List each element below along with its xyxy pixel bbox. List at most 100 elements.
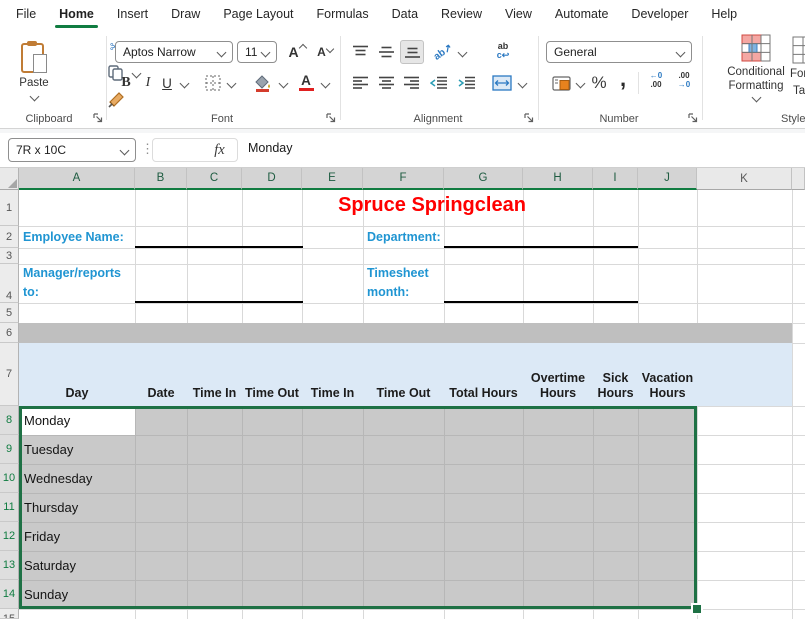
header-cell-time-out-2[interactable]: Time Out <box>363 343 444 406</box>
font-color-button[interactable]: A <box>296 70 316 94</box>
row-header-10[interactable]: 10 <box>0 464 19 493</box>
formula-input[interactable]: Monday <box>248 141 292 155</box>
row-header-3[interactable]: 3 <box>0 248 19 264</box>
grow-font-button[interactable]: A <box>285 41 309 63</box>
align-left-button[interactable] <box>349 72 371 94</box>
row-header-12[interactable]: 12 <box>0 522 19 551</box>
align-center-button[interactable] <box>375 72 397 94</box>
merge-dropdown-icon[interactable] <box>518 79 528 89</box>
header-cell-overtime-hours[interactable]: Overtime Hours <box>523 343 593 406</box>
menu-review[interactable]: Review <box>440 7 483 21</box>
increase-indent-button[interactable] <box>454 72 478 94</box>
align-right-button[interactable] <box>400 72 422 94</box>
font-name-combo[interactable]: Aptos Narrow <box>115 41 233 63</box>
alignment-dialog-launcher-icon[interactable] <box>524 113 534 123</box>
row-header-9[interactable]: 9 <box>0 435 19 464</box>
menu-automate[interactable]: Automate <box>554 7 610 21</box>
wrap-text-button[interactable]: ab c↩ <box>490 37 516 65</box>
header-cell-time-in-1[interactable]: Time In <box>187 343 242 406</box>
row-header-11[interactable]: 11 <box>0 493 19 522</box>
employee-name-label-cell[interactable]: Employee Name: <box>23 228 135 247</box>
timesheet-month-label-cell[interactable]: Timesheet month: <box>367 264 447 302</box>
font-color-dropdown-icon[interactable] <box>321 79 331 89</box>
row-header-5[interactable]: 5 <box>0 303 19 323</box>
column-header-k[interactable]: K <box>697 168 792 190</box>
format-as-table-button[interactable]: For Ta <box>790 34 805 100</box>
menu-developer[interactable]: Developer <box>630 7 689 21</box>
menu-file[interactable]: File <box>15 7 37 21</box>
row-header-1[interactable]: 1 <box>0 190 19 226</box>
row-header-2[interactable]: 2 <box>0 226 19 248</box>
menu-data[interactable]: Data <box>391 7 419 21</box>
align-bottom-button[interactable] <box>400 40 424 64</box>
department-label-cell[interactable]: Department: <box>367 228 457 247</box>
row-header-7[interactable]: 7 <box>0 343 19 406</box>
menu-view[interactable]: View <box>504 7 533 21</box>
header-cell-day[interactable]: Day <box>19 343 135 406</box>
column-header-j[interactable]: J <box>638 168 697 190</box>
column-header-e[interactable]: E <box>302 168 363 190</box>
merge-center-button[interactable] <box>490 72 514 94</box>
accounting-dropdown-icon[interactable] <box>576 79 586 89</box>
shrink-font-button[interactable]: A <box>313 41 337 63</box>
row-header-15[interactable]: 15 <box>0 609 19 619</box>
name-box[interactable]: 7R x 10C <box>8 138 136 162</box>
decrease-decimal-button[interactable]: .00 →0 <box>672 71 696 95</box>
sheet-title-cell[interactable]: Spruce Springclean <box>280 194 584 217</box>
menu-formulas[interactable]: Formulas <box>316 7 370 21</box>
manager-label-cell[interactable]: Manager/reports to: <box>23 264 133 302</box>
column-header-a[interactable]: A <box>19 168 135 190</box>
column-header-i[interactable]: I <box>593 168 638 190</box>
selection-fill-handle[interactable] <box>691 603 703 615</box>
conditional-formatting-button[interactable]: Conditional Formatting <box>710 34 802 100</box>
underline-dropdown-icon[interactable] <box>180 79 190 89</box>
percent-style-button[interactable]: % <box>588 72 610 94</box>
borders-dropdown-icon[interactable] <box>227 79 237 89</box>
row-header-8[interactable]: 8 <box>0 406 19 435</box>
row-header-13[interactable]: 13 <box>0 551 19 580</box>
column-header-b[interactable]: B <box>135 168 187 190</box>
header-cell-total-hours[interactable]: Total Hours <box>444 343 523 406</box>
column-header-g[interactable]: G <box>444 168 523 190</box>
header-cell-vacation-hours[interactable]: Vacation Hours <box>638 343 697 406</box>
select-all-corner[interactable] <box>0 168 19 190</box>
column-header-f[interactable]: F <box>363 168 444 190</box>
bold-button[interactable]: B <box>117 72 135 94</box>
font-dialog-launcher-icon[interactable] <box>326 113 336 123</box>
clipboard-dialog-launcher-icon[interactable] <box>93 113 103 123</box>
paste-button[interactable]: Paste <box>8 32 60 108</box>
fill-color-dropdown-icon[interactable] <box>279 79 289 89</box>
row-header-4[interactable]: 4 <box>0 264 19 303</box>
increase-decimal-button[interactable]: ←0 .00 <box>644 71 668 95</box>
menu-home[interactable]: Home <box>58 7 95 21</box>
menu-help[interactable]: Help <box>710 7 738 21</box>
comma-style-button[interactable]: , <box>614 66 632 92</box>
orientation-button[interactable]: ab ↗ <box>428 37 459 68</box>
menu-draw[interactable]: Draw <box>170 7 201 21</box>
row-header-6[interactable]: 6 <box>0 323 19 343</box>
column-header-c[interactable]: C <box>187 168 242 190</box>
number-dialog-launcher-icon[interactable] <box>688 113 698 123</box>
insert-function-icon[interactable]: fx <box>214 142 224 159</box>
number-format-combo[interactable]: General <box>546 41 692 63</box>
column-header-h[interactable]: H <box>523 168 593 190</box>
header-cell-sick-hours[interactable]: Sick Hours <box>593 343 638 406</box>
accounting-format-button[interactable] <box>549 72 573 94</box>
menu-page-layout[interactable]: Page Layout <box>222 7 294 21</box>
orientation-dropdown-icon[interactable] <box>458 48 468 58</box>
fill-color-button[interactable] <box>252 72 274 94</box>
header-cell-date[interactable]: Date <box>135 343 187 406</box>
decrease-indent-button[interactable] <box>426 72 450 94</box>
header-cell-time-in-2[interactable]: Time In <box>302 343 363 406</box>
column-header-d[interactable]: D <box>242 168 302 190</box>
underline-button[interactable]: U <box>159 72 175 94</box>
align-top-button[interactable] <box>349 41 371 63</box>
column-header-l-partial[interactable] <box>792 168 805 190</box>
borders-button[interactable] <box>203 72 223 94</box>
menu-insert[interactable]: Insert <box>116 7 149 21</box>
italic-button[interactable]: I <box>140 72 156 94</box>
font-size-combo[interactable]: 11 <box>237 41 277 63</box>
header-cell-time-out-1[interactable]: Time Out <box>242 343 302 406</box>
row-header-14[interactable]: 14 <box>0 580 19 609</box>
align-middle-button[interactable] <box>375 41 397 63</box>
